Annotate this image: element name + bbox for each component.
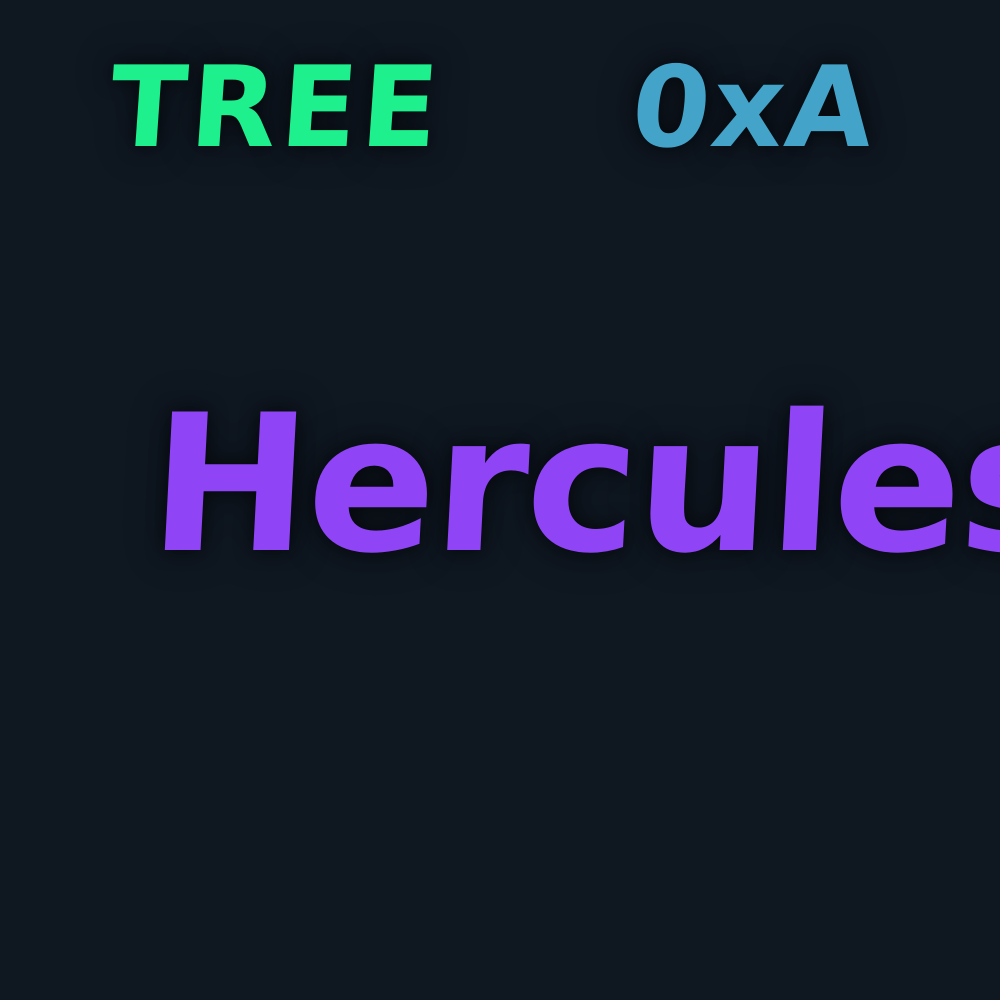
center-title: Hercules xyxy=(145,374,1000,595)
canvas: TREE 0xA Hercules xyxy=(0,0,1000,1000)
top-right-label: 0xA xyxy=(625,43,883,173)
top-left-label: TREE xyxy=(105,43,447,173)
